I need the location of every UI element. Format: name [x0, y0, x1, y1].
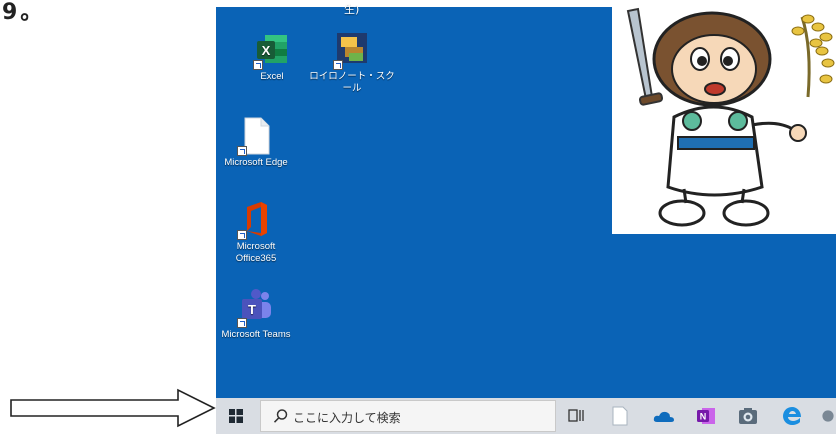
- desktop-icon-label: Excel: [260, 71, 284, 82]
- desktop-icon-label: Microsoft Teams: [221, 329, 291, 340]
- mascot-illustration: [612, 7, 836, 234]
- desktop-icon-label-line-1: Microsoft: [236, 241, 276, 252]
- desktop-icon-label: ロイロノート・スクール: [309, 71, 395, 94]
- clipped-icon-label: 生): [344, 3, 360, 16]
- shortcut-arrow-icon: [237, 230, 247, 240]
- file-explorer-icon[interactable]: [608, 404, 632, 428]
- taskbar: ここに入力して検索 N: [216, 398, 836, 434]
- windows-logo-icon: [229, 409, 243, 423]
- teams-icon: T: [237, 289, 273, 328]
- roilo-note-icon: [333, 31, 369, 70]
- edge-icon[interactable]: [780, 404, 804, 428]
- task-view-icon[interactable]: [564, 404, 588, 428]
- search-box[interactable]: ここに入力して検索: [260, 400, 556, 432]
- desktop-icon-teams[interactable]: T Microsoft Teams: [210, 289, 302, 341]
- start-button[interactable]: [216, 398, 256, 434]
- onedrive-icon[interactable]: [652, 404, 676, 428]
- desktop-icon-edge[interactable]: Microsoft Edge: [210, 117, 302, 169]
- caption-fragment: 9。: [2, 0, 46, 25]
- pointer-arrow: [10, 388, 216, 428]
- shortcut-arrow-icon: [253, 60, 263, 70]
- excel-badge-letter: X: [262, 43, 271, 58]
- camera-icon[interactable]: [736, 404, 760, 428]
- desktop-icon-excel[interactable]: X Excel: [226, 31, 318, 83]
- blank-document-icon: [237, 117, 273, 156]
- shortcut-arrow-icon: [237, 318, 247, 328]
- onenote-badge-letter: N: [700, 412, 707, 422]
- search-icon: [273, 408, 289, 424]
- desktop-icon-label: Microsoft Edge: [224, 157, 288, 168]
- desktop-icon-roilo[interactable]: ロイロノート・スクール: [306, 31, 398, 95]
- teams-badge-letter: T: [248, 302, 256, 317]
- excel-icon: X: [253, 31, 289, 70]
- tray-partial-icon[interactable]: [820, 404, 836, 428]
- office365-icon: [237, 201, 273, 240]
- shortcut-arrow-icon: [237, 146, 247, 156]
- shortcut-arrow-icon: [333, 60, 343, 70]
- desktop-icon-label-line-2: Office365: [235, 253, 277, 264]
- desktop-icon-office365[interactable]: Microsoft Office365: [210, 201, 302, 265]
- search-placeholder: ここに入力して検索: [293, 411, 401, 425]
- onenote-icon[interactable]: N: [694, 404, 718, 428]
